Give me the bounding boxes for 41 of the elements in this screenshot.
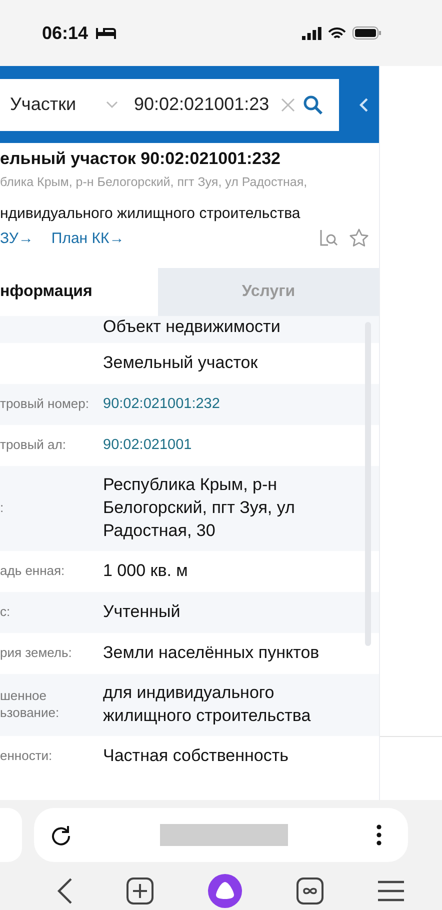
field-value: Учтенный (103, 600, 182, 623)
field-value: Республика Крым, р-н Белогорский, пгт Зуя, ул Радостная, 30 (103, 474, 296, 542)
field-label: адь енная: (0, 562, 65, 578)
field-label: шенное ьзование: (0, 688, 60, 720)
signal-icon (302, 26, 322, 40)
zoom-to-icon[interactable] (319, 228, 339, 248)
plan-link[interactable]: План КК→ (51, 230, 124, 246)
search-field[interactable]: Участки 90:02:021001:23 (0, 78, 340, 130)
wifi-icon (328, 26, 346, 40)
field-label: тровый номер: (0, 396, 89, 411)
field-label: с: (0, 604, 10, 619)
field-value: для индивидуального жилищного строительства (103, 682, 312, 727)
field-label: рия земель: (0, 644, 72, 660)
new-tab-icon[interactable] (126, 877, 154, 905)
reload-icon[interactable] (50, 824, 72, 846)
clock-time: 06:14 (42, 22, 88, 44)
field-value: Частная собственность (103, 744, 290, 767)
back-icon[interactable] (56, 877, 73, 905)
field-value: Земельный участок (103, 352, 259, 374)
battery-icon (352, 26, 382, 40)
collapse-icon[interactable] (359, 98, 369, 112)
assistant-icon[interactable] (208, 874, 242, 908)
parcel-address: блика Крым, р-н Белогорский, пгт Зуя, ул Радостная, (0, 175, 308, 189)
cadastral-link[interactable]: 90:02:021001:232 (103, 394, 358, 414)
infinity-icon[interactable] (296, 877, 324, 905)
search-icon[interactable] (303, 94, 324, 114)
field-label: енности: (0, 748, 52, 763)
parcel-title: ельный участок 90:02:021001:232 (0, 149, 282, 169)
field-label: тровый ал: (0, 436, 66, 452)
star-icon[interactable] (349, 228, 369, 248)
field-value: Объект недвижимости (103, 316, 282, 338)
bed-icon (96, 27, 116, 39)
parcel-purpose: ндивидуального жилищного строительства (0, 205, 302, 222)
menu-icon[interactable] (377, 880, 406, 902)
plan-link[interactable]: ЗУ→ (0, 230, 34, 246)
field-value: 1 000 кв. м (103, 560, 189, 582)
cadastral-link[interactable]: 90:02:021001 (103, 436, 358, 456)
field-label: : (0, 500, 4, 515)
field-value: Земли населённых пунктов (103, 642, 320, 664)
more-icon[interactable] (376, 824, 382, 846)
scrollbar[interactable] (365, 322, 371, 646)
